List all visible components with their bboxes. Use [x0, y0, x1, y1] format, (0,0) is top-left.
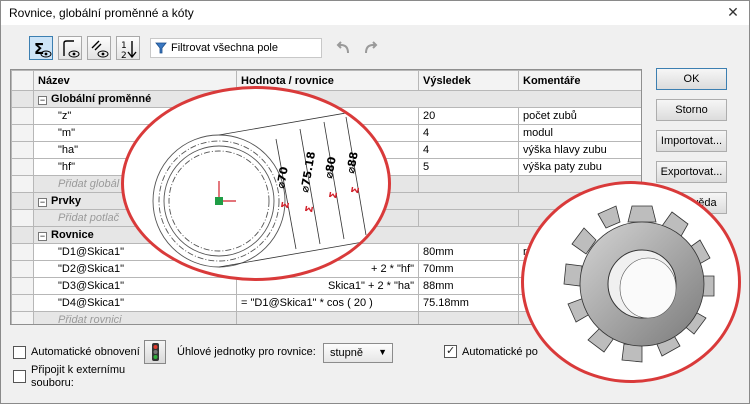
- svg-text:Σ: Σ: [34, 40, 44, 58]
- angle-units-label: Úhlové jednotky pro rovnice:: [177, 346, 316, 358]
- cancel-button[interactable]: Storno: [656, 99, 727, 121]
- cell-comment[interactable]: počet zubů: [518, 107, 641, 125]
- dimension-label: ⌀80: [322, 155, 339, 179]
- gear-sketch-drawing: ⌀70 ⌀75.18 ⌀80 ⌀88 Σ Σ Σ Σ: [152, 108, 370, 268]
- angle-units-value: stupně: [330, 347, 364, 359]
- sketch-equation-view-button[interactable]: [58, 36, 82, 60]
- group-label: Rovnice: [51, 229, 94, 241]
- filter-label: Filtrovat všechna pole: [171, 42, 278, 54]
- add-equation-placeholder[interactable]: Přidat rovnici: [33, 311, 237, 324]
- auto-solve-checkbox[interactable]: [444, 344, 457, 358]
- close-icon[interactable]: ✕: [723, 3, 743, 21]
- collapse-icon[interactable]: −: [38, 232, 47, 241]
- cell-result: 20: [418, 107, 519, 125]
- equation-view-button[interactable]: Σ: [29, 36, 53, 60]
- cell-result: 4: [418, 141, 519, 159]
- dimension-label: ⌀70: [274, 165, 291, 189]
- link-external-label-line1: Připojit k externímu: [31, 364, 126, 376]
- column-header-name[interactable]: Název: [33, 70, 237, 91]
- row-header-corner: [11, 70, 34, 91]
- undo-icon[interactable]: [333, 39, 353, 57]
- sigma-eye-icon: Σ: [34, 40, 52, 58]
- cell-result: 75.18mm: [418, 294, 519, 312]
- equation-sigma-icon: Σ: [280, 201, 292, 210]
- table-header-row: Název Hodnota / rovnice Výsledek Komentá…: [11, 70, 641, 91]
- equations-dialog: Rovnice, globální proměnné a kóty ✕ Σ 1 …: [0, 0, 750, 404]
- dimension-eye-icon: [91, 40, 109, 58]
- equation-sigma-icon: Σ: [304, 205, 316, 214]
- dimension-label: ⌀88: [344, 151, 361, 175]
- link-external-label-line2: souboru:: [31, 377, 74, 389]
- cell-comment[interactable]: modul: [518, 124, 641, 142]
- ok-button[interactable]: OK: [656, 68, 727, 90]
- chevron-down-icon: ▼: [378, 347, 387, 357]
- title-bar: Rovnice, globální proměnné a kóty ✕: [1, 1, 749, 25]
- import-button[interactable]: Importovat...: [656, 130, 727, 152]
- ordered-list-icon: 1 2: [121, 41, 137, 60]
- auto-rebuild-checkbox[interactable]: [13, 346, 26, 359]
- equation-sigma-icon: Σ: [350, 186, 362, 195]
- export-button[interactable]: Exportovat...: [656, 161, 727, 183]
- cell-result: 4: [418, 124, 519, 142]
- svg-text:2: 2: [121, 51, 127, 60]
- column-header-comment[interactable]: Komentáře: [518, 70, 641, 91]
- auto-rebuild-label: Automatické obnovení: [31, 346, 140, 358]
- dialog-title: Rovnice, globální proměnné a kóty: [9, 6, 194, 20]
- collapse-icon[interactable]: −: [38, 96, 47, 105]
- collapse-icon[interactable]: −: [38, 198, 47, 207]
- funnel-icon: [155, 42, 167, 54]
- cell-result: 70mm: [418, 260, 519, 278]
- cell-result: 88mm: [418, 277, 519, 295]
- cell-value[interactable]: = "D1@Skica1" * cos ( 20 ): [236, 294, 419, 312]
- equation-sigma-icon: Σ: [328, 191, 340, 200]
- rebuild-status-button[interactable]: [144, 340, 166, 364]
- dimension-label: ⌀75.18: [298, 150, 318, 193]
- cell-result: 80mm: [418, 243, 519, 261]
- dimension-view-button[interactable]: [87, 36, 111, 60]
- cell-name[interactable]: "D4@Skica1": [33, 294, 237, 312]
- redo-icon[interactable]: [361, 39, 381, 57]
- traffic-light-icon: [152, 343, 159, 361]
- spur-gear-3d-icon: [563, 205, 715, 363]
- origin-icon: [215, 181, 236, 205]
- link-external-checkbox[interactable]: [13, 370, 26, 383]
- cell-comment[interactable]: výška hlavy zubu: [518, 141, 641, 159]
- ordered-view-button[interactable]: 1 2: [116, 36, 140, 60]
- angle-units-select[interactable]: stupně ▼: [323, 343, 393, 363]
- filter-input[interactable]: Filtrovat všechna pole: [150, 38, 322, 58]
- sketch-eye-icon: [63, 40, 80, 58]
- svg-text:1: 1: [121, 41, 127, 51]
- sketch-callout: ⌀70 ⌀75.18 ⌀80 ⌀88 Σ Σ Σ Σ: [121, 86, 391, 281]
- cell-comment[interactable]: výška paty zubu: [518, 158, 641, 176]
- gear-model-callout: [521, 181, 741, 383]
- cell-name[interactable]: "D3@Skica1": [33, 277, 237, 295]
- group-label: Prvky: [51, 195, 81, 207]
- column-header-result[interactable]: Výsledek: [418, 70, 519, 91]
- cell-result: 5: [418, 158, 519, 176]
